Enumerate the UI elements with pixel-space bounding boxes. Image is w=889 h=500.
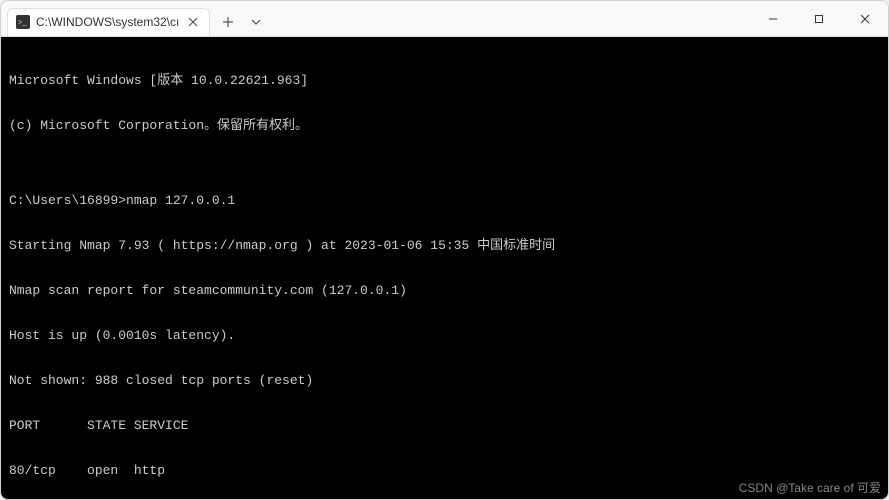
- table-row: 80/tcp open http: [9, 463, 880, 478]
- output-line: Not shown: 988 closed tcp ports (reset): [9, 373, 880, 388]
- tab-title: C:\WINDOWS\system32\cı: [36, 15, 179, 29]
- window-controls: [750, 1, 888, 36]
- svg-text:>_: >_: [18, 18, 28, 27]
- terminal-output[interactable]: Microsoft Windows [版本 10.0.22621.963] (c…: [1, 37, 888, 499]
- copyright-line: (c) Microsoft Corporation。保留所有权利。: [9, 118, 880, 133]
- maximize-button[interactable]: [796, 1, 842, 36]
- watermark: CSDN @Take care of 可爱: [739, 479, 881, 496]
- tab-dropdown-button[interactable]: [244, 8, 268, 36]
- tab-cmd[interactable]: >_ C:\WINDOWS\system32\cı: [7, 8, 210, 36]
- banner-line: Microsoft Windows [版本 10.0.22621.963]: [9, 73, 880, 88]
- cmd-icon: >_: [16, 15, 30, 29]
- new-tab-button[interactable]: [214, 8, 242, 36]
- output-line: Starting Nmap 7.93 ( https://nmap.org ) …: [9, 238, 880, 253]
- table-header: PORT STATE SERVICE: [9, 418, 880, 433]
- tabs: >_ C:\WINDOWS\system32\cı: [1, 1, 268, 36]
- close-button[interactable]: [842, 1, 888, 36]
- titlebar: >_ C:\WINDOWS\system32\cı: [1, 1, 888, 37]
- output-line: Host is up (0.0010s latency).: [9, 328, 880, 343]
- prompt-command: C:\Users\16899>nmap 127.0.0.1: [9, 193, 880, 208]
- minimize-button[interactable]: [750, 1, 796, 36]
- output-line: Nmap scan report for steamcommunity.com …: [9, 283, 880, 298]
- tab-close-button[interactable]: [185, 15, 201, 29]
- terminal-window: >_ C:\WINDOWS\system32\cı: [0, 0, 889, 500]
